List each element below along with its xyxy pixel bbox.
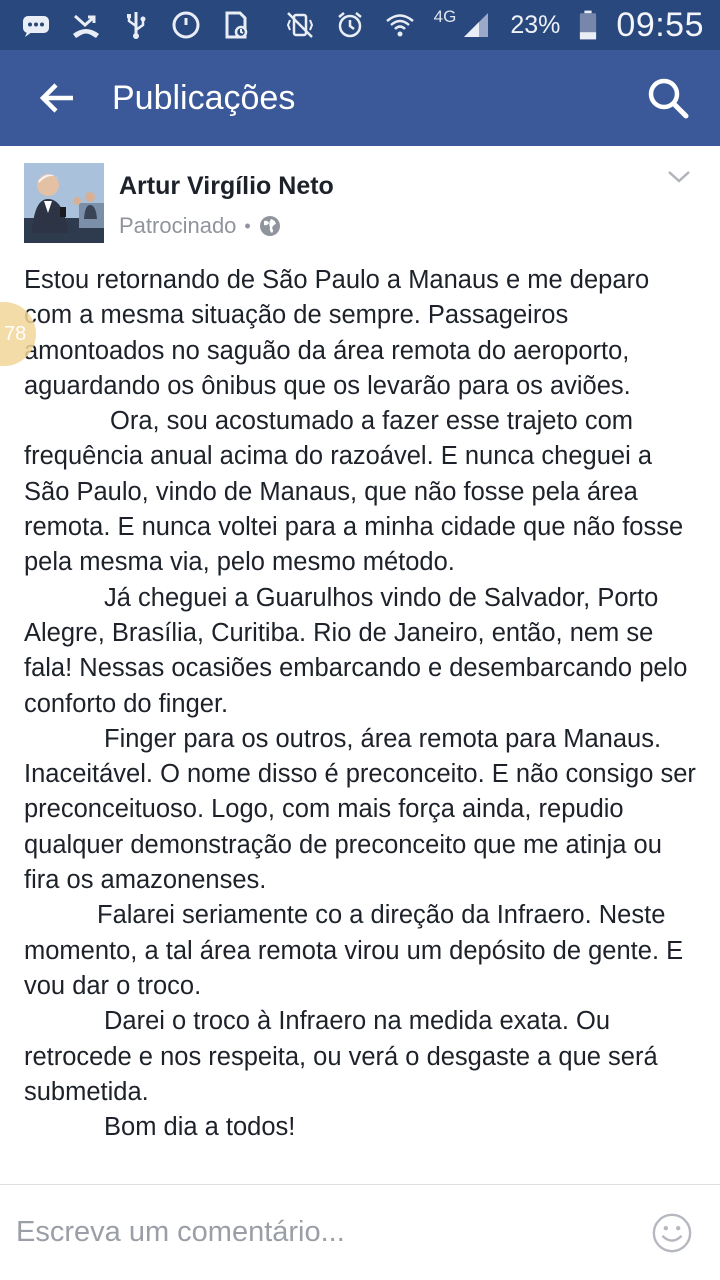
side-badge-count: 78 <box>4 322 27 345</box>
comment-bar <box>0 1184 720 1280</box>
status-bar: 4G 23% 09:55 <box>0 0 720 50</box>
meta-separator: • <box>244 215 251 236</box>
network-type-label: 4G <box>433 7 457 26</box>
battery-percent: 23% <box>510 10 561 39</box>
arrow-left-icon <box>39 83 73 113</box>
post-body: Estou retornando de São Paulo a Manaus e… <box>24 263 704 1145</box>
usb-icon <box>120 9 152 41</box>
status-notification-icons <box>20 9 252 41</box>
post-paragraph: Já cheguei a Guarulhos vindo de Salvador… <box>24 583 688 718</box>
globe-icon <box>259 215 281 237</box>
avatar-photo <box>24 163 104 243</box>
signal-icon <box>460 9 492 41</box>
status-system-icons: 4G 23% 09:55 <box>284 6 704 45</box>
search-button[interactable] <box>640 70 696 126</box>
sponsored-label: Patrocinado <box>119 213 237 238</box>
chat-icon <box>20 9 52 41</box>
author-name[interactable]: Artur Virgílio Neto <box>119 172 334 201</box>
app-bar: Publicações <box>0 50 720 146</box>
post-options-chevron-down-icon[interactable] <box>666 167 692 187</box>
alarm-icon <box>334 9 366 41</box>
clock: 09:55 <box>616 5 704 44</box>
post-paragraph: Estou retornando de São Paulo a Manaus e… <box>24 266 650 400</box>
smiley-icon <box>652 1213 692 1252</box>
back-button[interactable] <box>30 71 84 125</box>
post-header: Artur Virgílio Neto Patrocinado • <box>24 163 696 245</box>
post-paragraph: Finger para os outros, área remota para … <box>24 724 696 895</box>
sync-icon <box>170 9 202 41</box>
sim-card-icon <box>220 9 252 41</box>
post-paragraph: Ora, sou acostumado a fazer esse trajeto… <box>24 407 684 577</box>
wifi-icon <box>384 9 416 41</box>
avatar[interactable] <box>24 163 104 243</box>
post-meta: Patrocinado • <box>119 213 281 239</box>
battery-icon <box>578 9 598 41</box>
search-icon <box>648 78 689 119</box>
emoji-button[interactable] <box>650 1211 694 1255</box>
vibrate-icon <box>284 9 316 41</box>
post-paragraph: Falarei seriamente co a direção da Infra… <box>24 901 684 1000</box>
post-card: Artur Virgílio Neto Patrocinado • Estou … <box>0 146 720 1184</box>
page-title: Publicações <box>112 78 296 117</box>
post-paragraph: Darei o troco à Infraero na medida exata… <box>24 1007 658 1106</box>
missed-call-icon <box>70 9 102 41</box>
post-paragraph: Bom dia a todos! <box>104 1113 296 1142</box>
comment-input[interactable] <box>16 1216 650 1249</box>
